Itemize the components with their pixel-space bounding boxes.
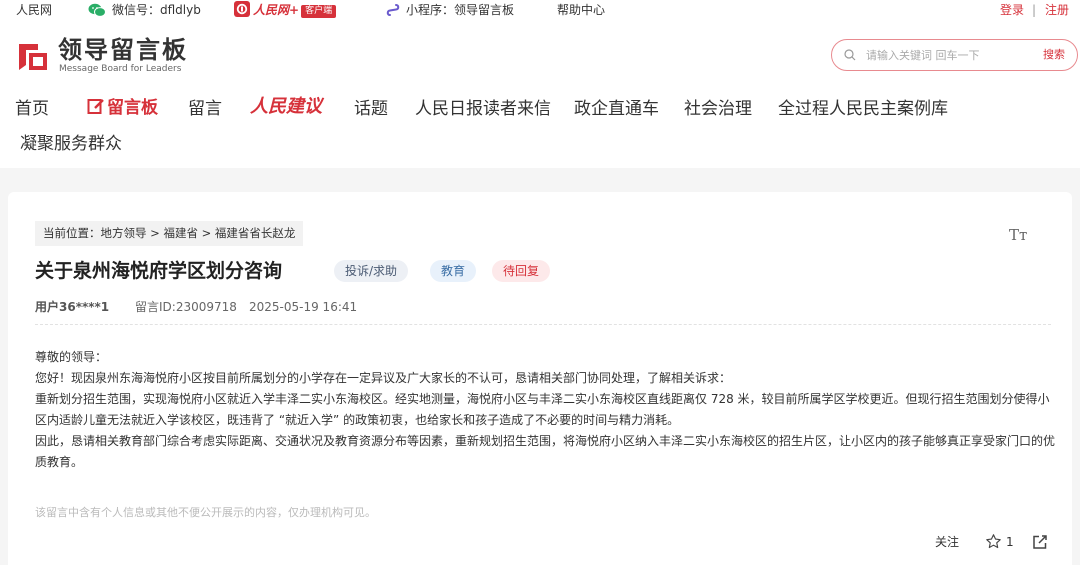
nav-gov-enterprise[interactable]: 政企直通车 <box>574 98 659 120</box>
share-icon <box>1033 535 1047 549</box>
tag-type: 投诉/求助 <box>334 260 409 282</box>
login-link[interactable]: 登录 <box>1000 2 1024 18</box>
nav-social-governance[interactable]: 社会治理 <box>684 98 752 120</box>
site-link[interactable]: 人民网 <box>16 2 52 18</box>
nav-people-suggestion[interactable]: 人民建议 <box>250 96 322 118</box>
client-logo-text: 人民网+ <box>253 3 300 17</box>
logo-subtitle: Message Board for Leaders <box>59 64 182 74</box>
status-badge: 待回复 <box>492 260 551 282</box>
message-paragraph: 重新划分招生范围，实现海悦府小区就近入学丰泽二实小东海校区。经实地测量，海悦府小… <box>35 392 1050 427</box>
message-paragraph: 尊敬的领导： <box>35 350 108 364</box>
client-badge: 客户端 <box>301 5 337 18</box>
message-user: 用户36****1 <box>35 300 110 314</box>
nav-home[interactable]: 首页 <box>15 98 49 120</box>
nav-reader-letters[interactable]: 人民日报读者来信 <box>415 98 551 120</box>
site-header: 领导留言板 Message Board for Leaders 搜索 首页 留言… <box>0 20 1080 168</box>
message-body: 尊敬的领导： 您好！现因泉州东海海悦府小区按目前所属划分的小学存在一定异议及广大… <box>35 347 1057 473</box>
message-time: 2025-05-19 16:41 <box>249 300 358 314</box>
share-button[interactable] <box>1032 534 1048 556</box>
miniprogram-label: 小程序：领导留言板 <box>406 3 515 17</box>
nav-serve-masses[interactable]: 凝聚服务群众 <box>20 133 122 155</box>
follow-button[interactable]: 关注 <box>935 532 959 552</box>
star-button[interactable]: 1 <box>985 532 1014 552</box>
message-paragraph: 您好！现因泉州东海海悦府小区按目前所属划分的小学存在一定异议及广大家长的不认可，… <box>35 371 732 385</box>
message-id: 留言ID:23009718 <box>135 300 237 314</box>
nav-democracy-cases[interactable]: 全过程人民民主案例库 <box>778 98 948 120</box>
register-link[interactable]: 注册 <box>1045 2 1069 18</box>
nav-message-board[interactable]: 留言板 <box>87 97 158 119</box>
search-button[interactable]: 搜索 <box>1043 47 1065 63</box>
star-icon <box>986 534 1001 549</box>
search-input[interactable] <box>866 46 1016 64</box>
people-app-icon <box>234 1 250 17</box>
star-count: 1 <box>1006 535 1014 549</box>
search-box: 搜索 <box>831 39 1078 71</box>
wechat-label: 微信号：dfldlyb <box>112 3 201 17</box>
divider <box>35 324 1051 325</box>
wechat-item[interactable]: 微信号：dfldlyb <box>88 2 201 18</box>
message-card: 当前位置：地方领导 > 福建省 > 福建省省长赵龙 Tт 关于泉州海悦府学区划分… <box>8 192 1072 565</box>
topbar-separator: | <box>1032 3 1037 17</box>
help-link[interactable]: 帮助中心 <box>557 2 605 18</box>
logo-title[interactable]: 领导留言板 <box>58 36 188 64</box>
logo-icon[interactable] <box>16 38 50 72</box>
edit-icon <box>87 99 104 114</box>
client-link[interactable]: 人民网+ 客户端 <box>234 1 337 18</box>
miniprogram-item[interactable]: 小程序：领导留言板 <box>386 2 514 18</box>
message-title: 关于泉州海悦府学区划分咨询 <box>35 260 283 282</box>
breadcrumb[interactable]: 当前位置：地方领导 > 福建省 > 福建省省长赵龙 <box>35 221 304 246</box>
search-icon <box>844 49 856 61</box>
tag-field: 教育 <box>430 260 477 282</box>
nav-message-board-label: 留言板 <box>107 98 158 118</box>
message-paragraph: 因此，恳请相关教育部门综合考虑实际距离、交通状况及教育资源分布等因素，重新规划招… <box>35 434 1056 469</box>
nav-messages[interactable]: 留言 <box>188 98 222 120</box>
font-size-icon[interactable]: Tт <box>1009 226 1027 244</box>
privacy-note: 该留言中含有个人信息或其他不便公开展示的内容，仅办理机构可见。 <box>35 506 376 519</box>
top-bar: 人民网 微信号：dfldlyb 人民网+ 客户端 小程序：领导留言板 帮助中心 登… <box>0 0 1080 20</box>
miniprogram-icon <box>386 4 400 16</box>
wechat-icon <box>88 3 106 17</box>
nav-topics[interactable]: 话题 <box>354 98 388 120</box>
